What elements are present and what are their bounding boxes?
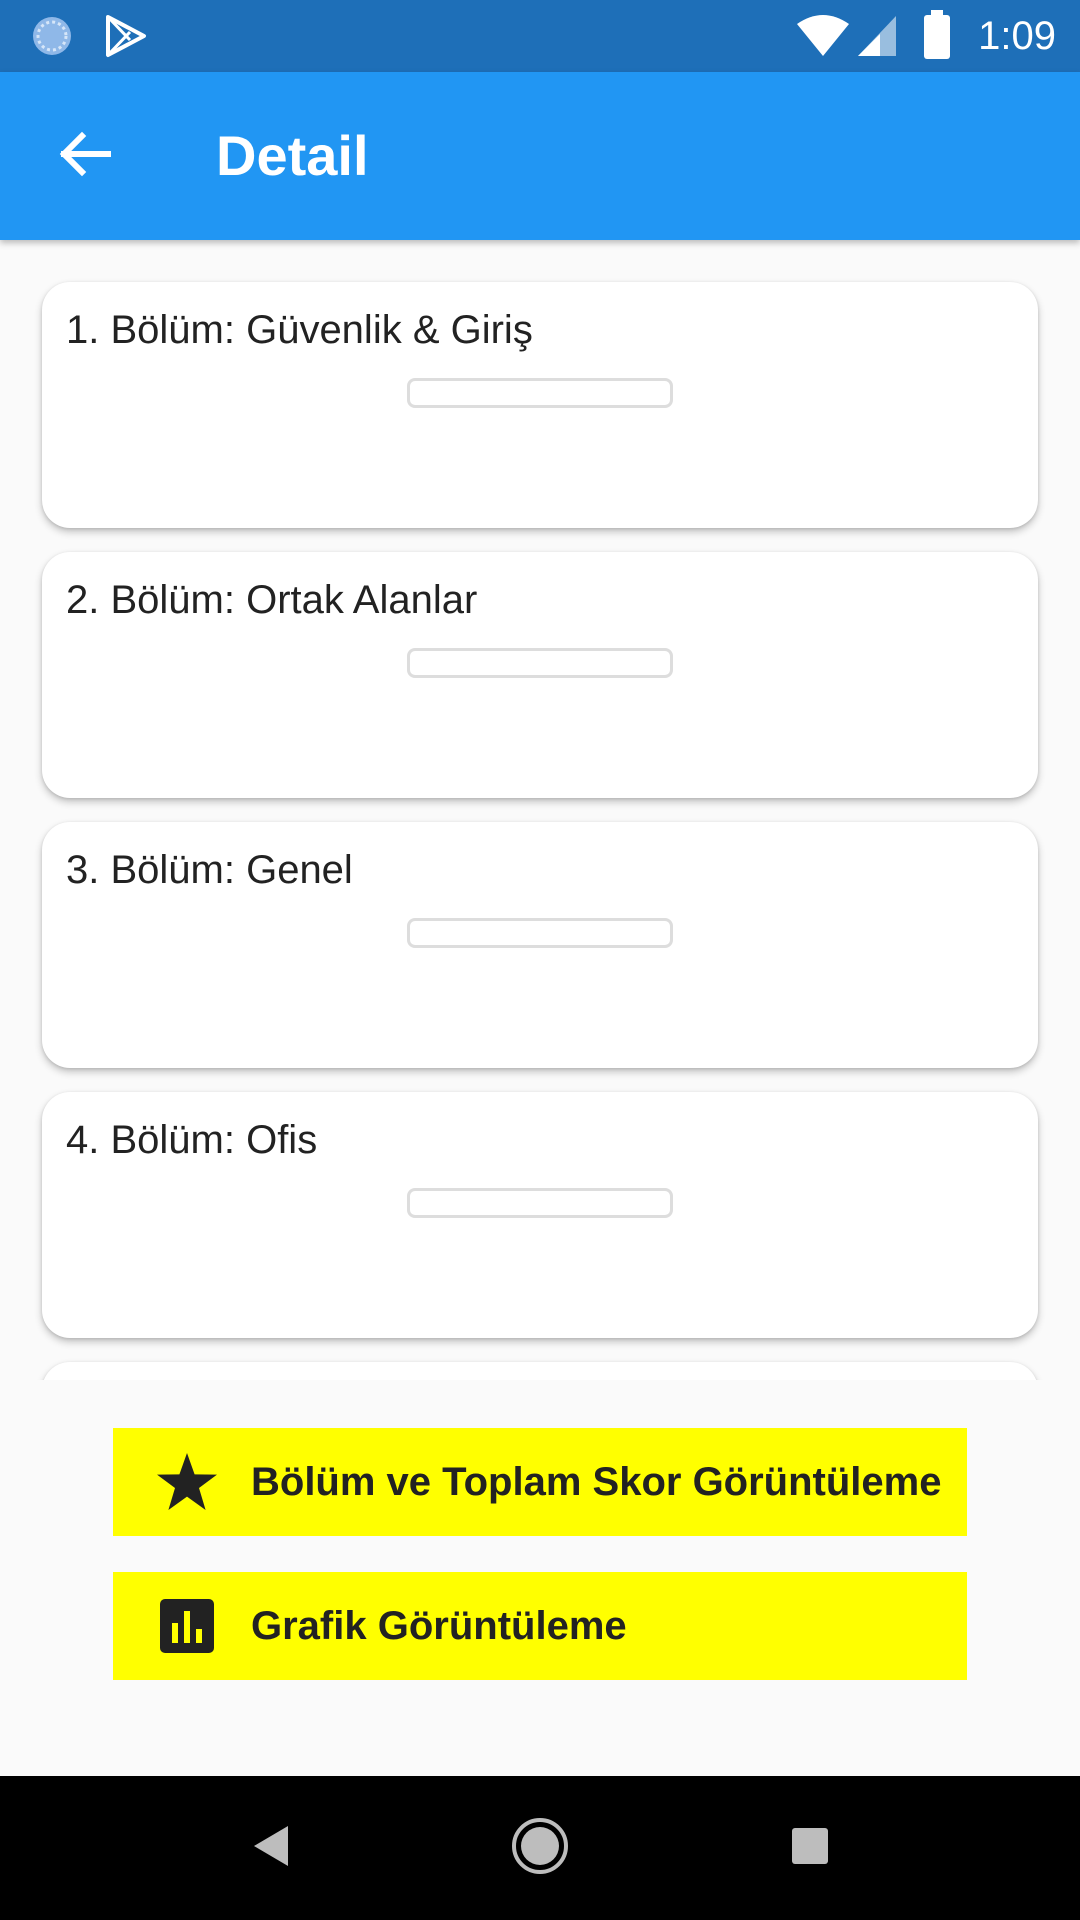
app-bar: Detail xyxy=(0,72,1080,240)
recents-square-icon xyxy=(790,1826,830,1871)
chart-view-label: Grafik Görüntüleme xyxy=(251,1604,627,1648)
screen: 1:09 Detail 1. Bölüm: Güvenlik & Giriş 2… xyxy=(0,0,1080,1920)
page-title: Detail xyxy=(216,124,369,187)
section-card[interactable]: 2. Bölüm: Ortak Alanlar xyxy=(42,552,1038,798)
score-view-label: Bölüm ve Toplam Skor Görüntüleme xyxy=(251,1460,942,1504)
section-card[interactable]: 4. Bölüm: Ofis xyxy=(42,1092,1038,1338)
section-title: 2. Bölüm: Ortak Alanlar xyxy=(66,578,478,622)
cell-signal-icon xyxy=(856,14,898,63)
sync-icon xyxy=(30,14,74,63)
nav-home-button[interactable] xyxy=(504,1812,576,1884)
section-card[interactable]: 3. Bölüm: Genel xyxy=(42,822,1038,1068)
section-progress-bar xyxy=(407,648,673,678)
play-store-icon xyxy=(104,14,148,63)
back-triangle-icon xyxy=(248,1822,292,1875)
star-icon xyxy=(153,1448,221,1516)
chart-view-button[interactable]: Grafik Görüntüleme xyxy=(113,1572,967,1680)
section-card[interactable]: 1. Bölüm: Güvenlik & Giriş xyxy=(42,282,1038,528)
battery-icon xyxy=(922,10,952,65)
section-title: 3. Bölüm: Genel xyxy=(66,848,353,892)
section-progress-bar xyxy=(407,378,673,408)
wifi-icon xyxy=(795,14,851,63)
navigation-bar xyxy=(0,1776,1080,1920)
section-card-partial[interactable] xyxy=(42,1362,1038,1380)
section-progress-bar xyxy=(407,1188,673,1218)
bar-chart-icon xyxy=(153,1592,221,1660)
status-time: 1:09 xyxy=(978,14,1056,58)
section-list[interactable]: 1. Bölüm: Güvenlik & Giriş 2. Bölüm: Ort… xyxy=(0,240,1048,1380)
section-title: 1. Bölüm: Güvenlik & Giriş xyxy=(66,308,533,352)
nav-recents-button[interactable] xyxy=(774,1812,846,1884)
nav-back-button[interactable] xyxy=(234,1812,306,1884)
arrow-back-icon xyxy=(56,126,112,187)
status-bar: 1:09 xyxy=(0,0,1080,72)
back-button[interactable] xyxy=(44,116,124,196)
section-title: 4. Bölüm: Ofis xyxy=(66,1118,318,1162)
section-progress-bar xyxy=(407,918,673,948)
home-circle-icon xyxy=(510,1816,570,1881)
score-view-button[interactable]: Bölüm ve Toplam Skor Görüntüleme xyxy=(113,1428,967,1536)
